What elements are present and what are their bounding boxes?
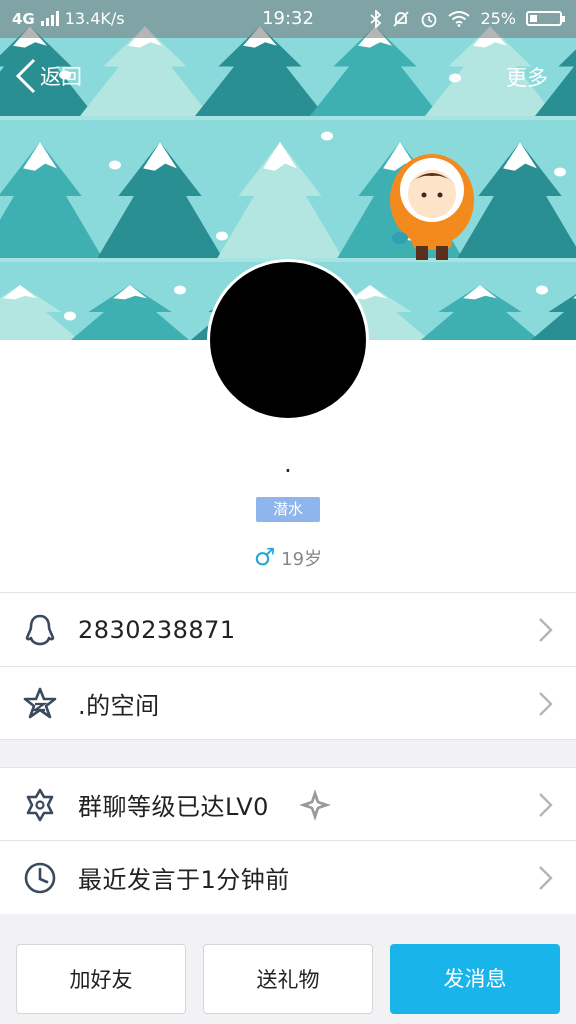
group-level-label: 群聊等级已达LV0 [78, 793, 269, 821]
row-group-level[interactable]: 群聊等级已达LV0 [0, 768, 576, 841]
row-last-speak[interactable]: 最近发言于1分钟前 [0, 841, 576, 914]
avatar[interactable] [207, 259, 369, 421]
sparkle-icon [299, 788, 331, 821]
penguin-icon [25, 614, 55, 645]
battery-percent: 25% [480, 9, 516, 28]
mute-bell-icon [393, 10, 410, 27]
back-label: 返回 [40, 65, 82, 89]
chevron-right-icon [539, 792, 553, 817]
level-badge: 潜水 [256, 497, 320, 522]
divider [0, 739, 576, 740]
alarm-icon [422, 12, 437, 27]
qzone-label: .的空间 [78, 692, 160, 720]
gender-age: ♂ 19岁 [0, 543, 576, 571]
chevron-right-icon [539, 617, 553, 642]
row-qzone[interactable]: .的空间 [0, 667, 576, 740]
battery-icon [526, 11, 565, 26]
age-label: 19岁 [281, 549, 323, 570]
bluetooth-icon [370, 9, 382, 28]
back-button[interactable]: 返回 [14, 56, 82, 96]
star-icon [23, 687, 57, 718]
battery-fill [530, 15, 537, 22]
wifi-icon [448, 10, 471, 27]
more-button[interactable]: 更多 [506, 62, 548, 92]
clock-icon [24, 862, 56, 893]
male-icon: ♂ [253, 543, 276, 571]
status-bar: 4G 13.4K/s 19:32 25% [0, 0, 576, 38]
add-friend-button[interactable]: 加好友 [16, 944, 186, 1014]
hexagram-icon [26, 788, 54, 821]
qq-number: 2830238871 [78, 615, 236, 644]
nickname: . [284, 450, 292, 478]
chevron-left-icon [15, 58, 36, 94]
chevron-right-icon [539, 691, 553, 716]
last-speak-label: 最近发言于1分钟前 [78, 866, 290, 894]
chevron-right-icon [539, 865, 553, 890]
send-message-button[interactable]: 发消息 [390, 944, 560, 1014]
row-qq-number[interactable]: 2830238871 [0, 593, 576, 666]
send-gift-button[interactable]: 送礼物 [203, 944, 373, 1014]
